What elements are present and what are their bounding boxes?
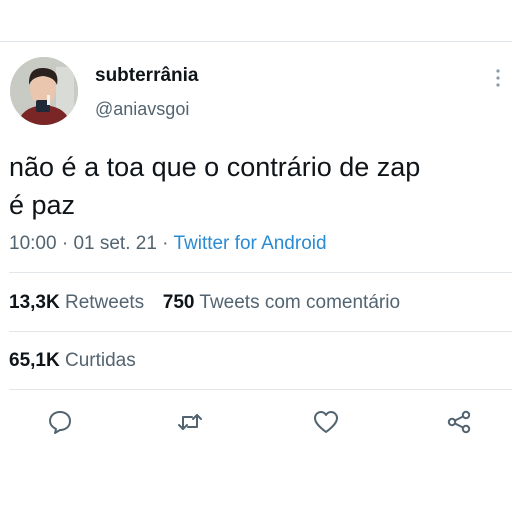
tweet-text-line-1: não é a toa que o contrário de zap	[9, 152, 421, 182]
retweet-icon[interactable]	[176, 408, 204, 436]
retweet-stats: 13,3K Retweets 750 Tweets com comentário	[9, 292, 400, 314]
tweet-meta: 10:00 · 01 set. 21 · Twitter for Android	[9, 233, 327, 255]
share-icon[interactable]	[445, 408, 473, 436]
tweet-text-line-2: é paz	[9, 190, 76, 220]
more-options-icon[interactable]	[494, 67, 502, 89]
meta-separator: ·	[156, 233, 174, 254]
likes-count[interactable]: 65,1K	[9, 350, 60, 371]
tweet-time[interactable]: 10:00	[9, 233, 57, 254]
author-display-name[interactable]: subterrânia	[95, 65, 198, 87]
heart-icon[interactable]	[312, 408, 340, 436]
tweet-source[interactable]: Twitter for Android	[173, 233, 326, 254]
actions-divider	[9, 389, 512, 390]
top-divider	[0, 41, 512, 42]
author-handle[interactable]: @aniavsgoi	[95, 99, 189, 120]
retweets-label[interactable]: Retweets	[65, 292, 144, 313]
stats-divider	[9, 331, 512, 332]
retweets-count[interactable]: 13,3K	[9, 292, 60, 313]
likes-label[interactable]: Curtidas	[65, 350, 136, 371]
quotes-count[interactable]: 750	[163, 292, 195, 313]
meta-divider	[9, 272, 512, 273]
reply-icon[interactable]	[46, 408, 74, 436]
like-stats: 65,1K Curtidas	[9, 350, 136, 372]
avatar[interactable]	[10, 57, 78, 125]
meta-separator: ·	[56, 233, 74, 254]
tweet-date[interactable]: 01 set. 21	[73, 233, 156, 254]
quotes-label[interactable]: Tweets com comentário	[199, 292, 400, 313]
tweet-text: não é a toa que o contrário de zap é paz	[9, 148, 504, 224]
